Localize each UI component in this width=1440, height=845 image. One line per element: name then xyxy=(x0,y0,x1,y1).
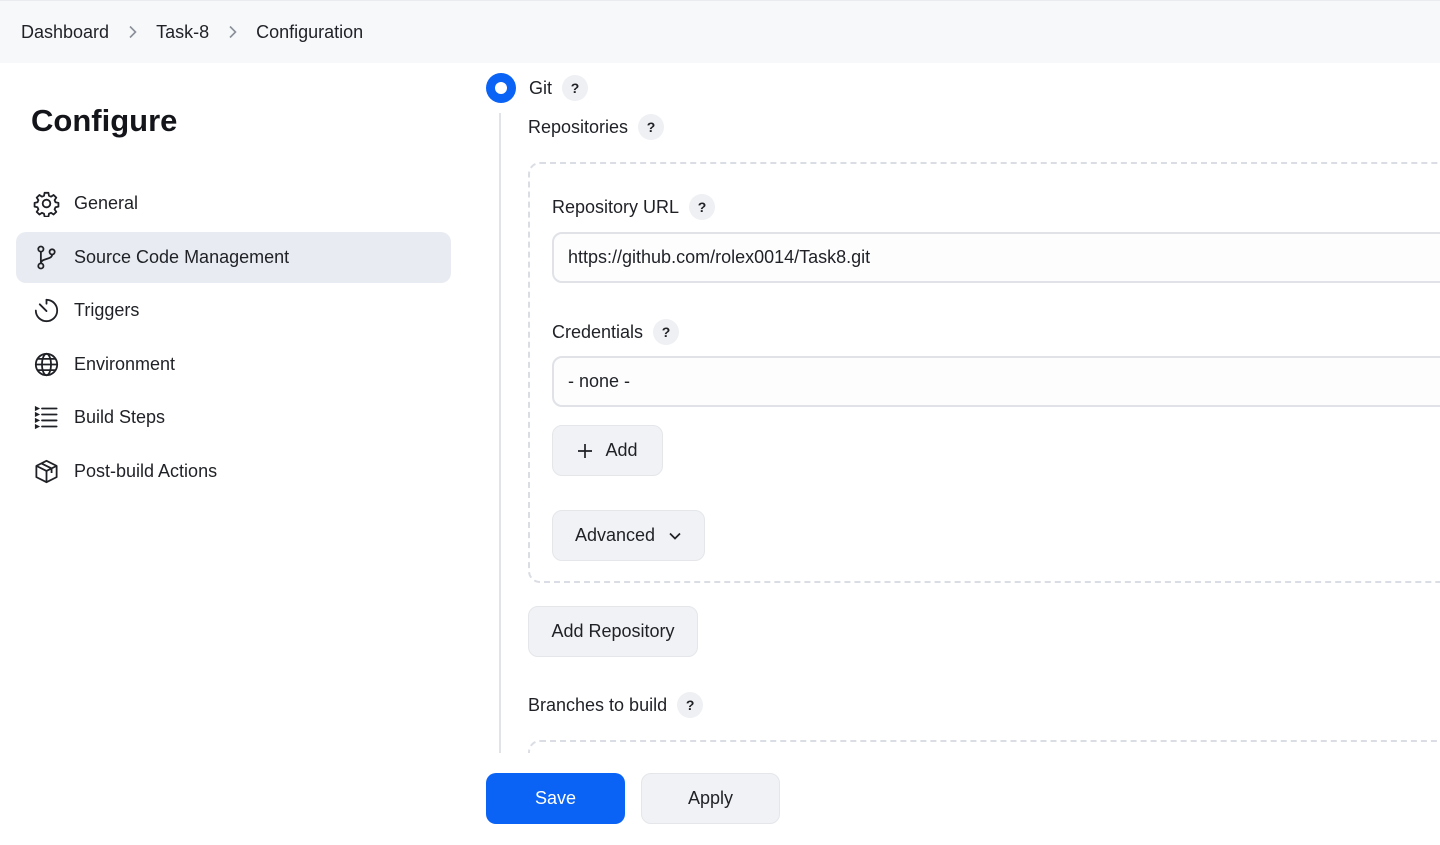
repository-url-help-button[interactable]: ? xyxy=(689,194,716,220)
git-label: Git xyxy=(529,77,553,98)
git-radio[interactable] xyxy=(486,73,516,103)
repositories-label: Repositories ? xyxy=(528,114,665,140)
breadcrumb-configuration[interactable]: Configuration xyxy=(256,22,363,43)
sidebar-item-general[interactable]: General xyxy=(16,178,451,229)
branch-icon xyxy=(32,244,60,272)
section-divider xyxy=(499,113,501,753)
save-button[interactable]: Save xyxy=(486,773,625,824)
form-footer: Save Apply xyxy=(0,753,1440,845)
branches-label-text: Branches to build xyxy=(528,694,668,715)
sidebar-item-label: Source Code Management xyxy=(74,247,290,267)
scm-panel: Git ? Repositories ? Repository URL ? ht… xyxy=(470,63,1440,800)
sidebar-item-source-code-management[interactable]: Source Code Management xyxy=(16,232,451,283)
repository-url-input[interactable]: https://github.com/rolex0014/Task8.git xyxy=(552,232,1440,283)
credentials-label: Credentials ? xyxy=(552,319,680,345)
chevron-right-icon xyxy=(209,25,256,39)
sidebar-item-triggers[interactable]: Triggers xyxy=(16,285,451,336)
branches-help-button[interactable]: ? xyxy=(677,692,704,718)
add-button-label: Add xyxy=(605,440,638,460)
timer-icon xyxy=(32,297,60,325)
sidebar-item-post-build-actions[interactable]: Post-build Actions xyxy=(16,446,451,497)
plus-icon xyxy=(577,443,593,459)
sidebar-item-label: Post-build Actions xyxy=(74,461,218,481)
repositories-label-text: Repositories xyxy=(528,116,629,137)
breadcrumb-task[interactable]: Task-8 xyxy=(156,22,209,43)
add-repository-button[interactable]: Add Repository xyxy=(528,606,698,657)
breadcrumb: Dashboard Task-8 Configuration xyxy=(0,0,1440,63)
globe-icon xyxy=(32,351,60,379)
sidebar-item-label: General xyxy=(74,193,139,213)
git-help-button[interactable]: ? xyxy=(562,75,589,101)
repository-url-label-text: Repository URL xyxy=(552,196,680,217)
apply-button[interactable]: Apply xyxy=(641,773,780,824)
sidebar-item-environment[interactable]: Environment xyxy=(16,339,451,390)
sidebar-item-label: Build Steps xyxy=(74,407,166,427)
sidebar-item-build-steps[interactable]: Build Steps xyxy=(16,392,451,443)
package-icon xyxy=(32,458,60,486)
repository-url-label: Repository URL ? xyxy=(552,194,716,220)
page-title: Configure xyxy=(31,103,178,138)
credentials-help-button[interactable]: ? xyxy=(653,319,680,345)
credentials-label-text: Credentials xyxy=(552,321,644,342)
gear-icon xyxy=(32,190,60,218)
add-credentials-button[interactable]: Add xyxy=(552,425,663,476)
sidebar-item-label: Triggers xyxy=(74,300,140,320)
branches-label: Branches to build ? xyxy=(528,692,704,718)
chevron-down-icon xyxy=(668,529,682,543)
list-icon xyxy=(32,404,60,432)
credentials-select[interactable]: - none - xyxy=(552,356,1440,407)
advanced-button-label: Advanced xyxy=(574,525,656,545)
repositories-help-button[interactable]: ? xyxy=(638,114,665,140)
breadcrumb-dashboard[interactable]: Dashboard xyxy=(21,22,109,43)
chevron-right-icon xyxy=(109,25,156,39)
git-option[interactable]: Git ? xyxy=(486,73,589,103)
advanced-button[interactable]: Advanced xyxy=(552,510,705,561)
sidebar-item-label: Environment xyxy=(74,354,176,374)
